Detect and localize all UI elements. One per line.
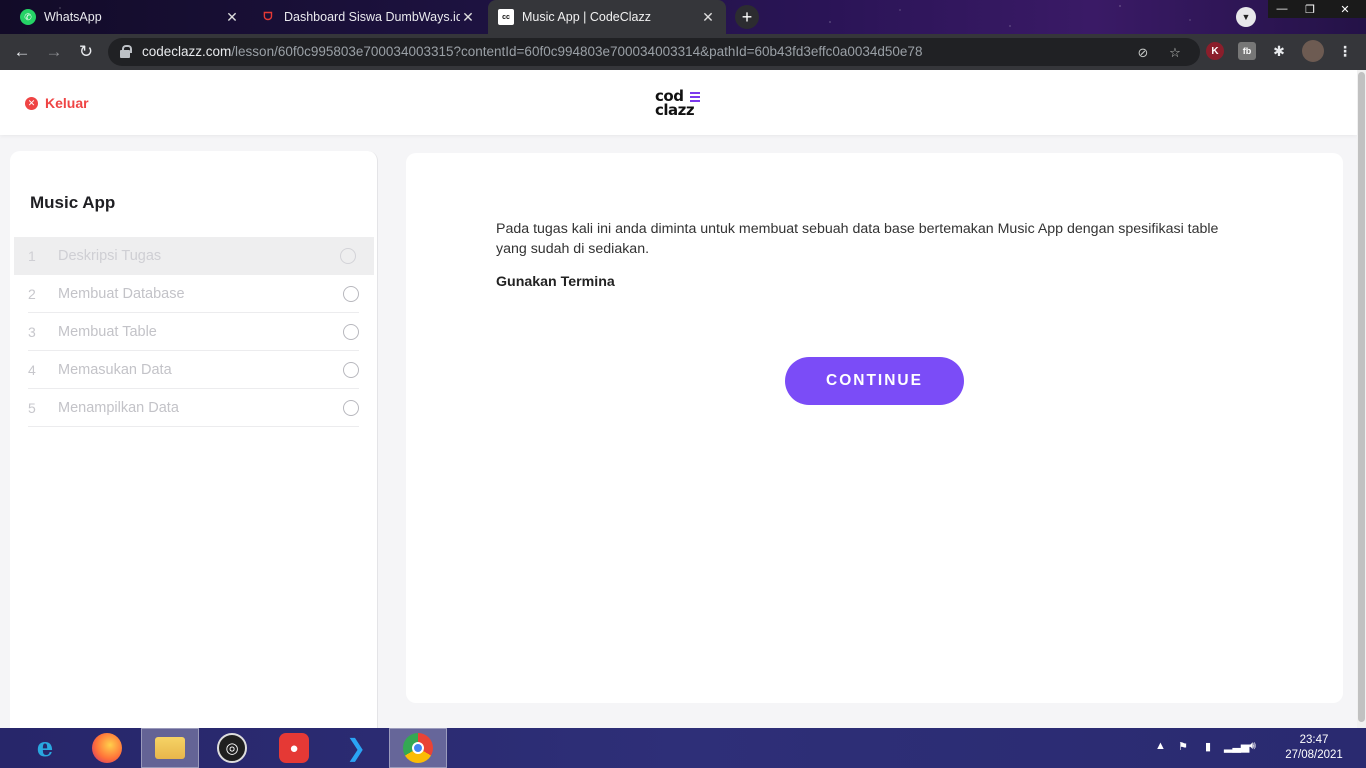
status-circle-icon bbox=[343, 361, 359, 378]
volume-icon[interactable]: 🔊︎ bbox=[1249, 740, 1256, 753]
close-icon[interactable]: ✕ bbox=[460, 9, 476, 26]
tab-title: WhatsApp bbox=[44, 10, 102, 24]
back-icon[interactable]: ← bbox=[10, 40, 34, 64]
extension-fb-icon[interactable]: fb bbox=[1238, 42, 1256, 60]
step-number: 5 bbox=[28, 399, 36, 416]
menu-icon[interactable]: ⋮ bbox=[1336, 42, 1354, 60]
codeclazz-logo[interactable]: cod clazz bbox=[655, 89, 705, 121]
lock-icon bbox=[120, 45, 132, 58]
exit-button[interactable]: ✕ Keluar bbox=[25, 95, 89, 111]
page-scrollbar[interactable] bbox=[1357, 70, 1366, 728]
step-label: Membuat Database bbox=[58, 285, 185, 302]
step-item[interactable]: 1 Deskripsi Tugas bbox=[14, 237, 374, 275]
tab-title: Dashboard Siswa DumbWays.id | bbox=[284, 10, 460, 24]
codeclazz-icon: cc bbox=[498, 9, 514, 25]
clock-date: 27/08/2021 bbox=[1285, 749, 1343, 761]
avatar[interactable] bbox=[1302, 40, 1324, 62]
tab-whatsapp[interactable]: ✆ WhatsApp ✕ bbox=[10, 0, 250, 34]
url-text: codeclazz.com/lesson/60f0c995803e7000340… bbox=[142, 44, 923, 59]
puzzle-icon[interactable]: ✱ bbox=[1270, 42, 1288, 60]
internet-explorer-icon[interactable]: e bbox=[16, 728, 74, 768]
browser-tabstrip: ✆ WhatsApp ✕ ᗜ Dashboard Siswa DumbWays.… bbox=[0, 0, 1366, 34]
logo-line2: clazz bbox=[655, 101, 695, 119]
tab-codeclazz[interactable]: cc Music App | CodeClazz ✕ bbox=[488, 0, 726, 34]
battery-icon[interactable]: ▮ bbox=[1205, 740, 1211, 753]
forward-icon[interactable]: → bbox=[42, 40, 66, 64]
tab-title: Music App | CodeClazz bbox=[522, 10, 651, 24]
site-header: ✕ Keluar cod clazz bbox=[0, 70, 1357, 135]
close-icon[interactable]: ✕ bbox=[224, 9, 240, 26]
status-circle-icon bbox=[343, 399, 359, 416]
scrollbar-thumb[interactable] bbox=[1358, 72, 1365, 722]
step-item[interactable]: 5 Menampilkan Data bbox=[28, 389, 359, 427]
eye-off-icon[interactable]: ⊘ bbox=[1134, 44, 1152, 62]
continue-button[interactable]: CONTINUE bbox=[785, 357, 964, 405]
close-circle-icon: ✕ bbox=[25, 96, 38, 110]
status-circle-icon bbox=[343, 323, 359, 340]
chrome-icon[interactable] bbox=[389, 728, 447, 768]
extension-k-icon[interactable]: K bbox=[1206, 42, 1224, 60]
page: ✕ Keluar cod clazz Music App 1 Deskripsi… bbox=[0, 70, 1357, 728]
whatsapp-icon: ✆ bbox=[20, 9, 36, 25]
step-item[interactable]: 4 Memasukan Data bbox=[28, 351, 359, 389]
tray-chevron-icon[interactable]: ▲ bbox=[1155, 740, 1166, 752]
taskbar-clock[interactable]: 23:47 27/08/2021 bbox=[1270, 733, 1358, 763]
step-item[interactable]: 3 Membuat Table bbox=[28, 313, 359, 351]
lesson-sidebar: Music App 1 Deskripsi Tugas 2 Membuat Da… bbox=[10, 151, 378, 728]
taskbar: e ◎ ● ❯ ▲ ⚑ ▮ ▂▃▅ 🔊︎ 23:47 27/08/2021 bbox=[0, 728, 1366, 768]
dumbways-icon: ᗜ bbox=[263, 10, 273, 23]
flag-icon[interactable]: ⚑ bbox=[1178, 740, 1188, 753]
new-tab-button[interactable]: + bbox=[735, 5, 759, 29]
logo-bars-icon bbox=[690, 92, 700, 104]
tab-search-icon[interactable]: ▼ bbox=[1236, 7, 1256, 27]
browser-toolbar: ← → ↻ codeclazz.com/lesson/60f0c995803e7… bbox=[0, 34, 1366, 70]
task-description: Pada tugas kali ini anda diminta untuk m… bbox=[496, 221, 1219, 257]
lesson-title: Music App bbox=[30, 193, 116, 212]
step-number: 1 bbox=[28, 248, 36, 264]
obs-icon[interactable]: ◎ bbox=[203, 728, 261, 768]
task-instruction: Gunakan Termina bbox=[496, 274, 615, 290]
step-label: Membuat Table bbox=[58, 323, 157, 340]
vscode-icon[interactable]: ❯ bbox=[327, 728, 385, 768]
status-circle-icon bbox=[340, 248, 356, 264]
step-number: 2 bbox=[28, 285, 36, 302]
star-icon[interactable]: ☆ bbox=[1166, 44, 1184, 62]
address-bar[interactable]: codeclazz.com/lesson/60f0c995803e7000340… bbox=[108, 38, 1200, 66]
lesson-content: Pada tugas kali ini anda diminta untuk m… bbox=[406, 153, 1343, 703]
close-icon[interactable]: ✕ bbox=[700, 9, 716, 26]
status-circle-icon bbox=[343, 285, 359, 302]
signal-icon[interactable]: ▂▃▅ bbox=[1224, 740, 1249, 753]
restore-button[interactable]: ❐ bbox=[1296, 0, 1324, 18]
recorder-icon[interactable]: ● bbox=[265, 728, 323, 768]
tab-dumbways[interactable]: ᗜ Dashboard Siswa DumbWays.id | ✕ bbox=[250, 0, 486, 34]
step-label: Deskripsi Tugas bbox=[58, 248, 162, 264]
exit-label: Keluar bbox=[45, 95, 89, 111]
firefox-icon[interactable] bbox=[78, 728, 136, 768]
minimize-button[interactable]: — bbox=[1268, 0, 1296, 18]
step-label: Menampilkan Data bbox=[58, 399, 179, 416]
file-explorer-icon[interactable] bbox=[141, 728, 199, 768]
step-item[interactable]: 2 Membuat Database bbox=[28, 275, 359, 313]
close-window-button[interactable]: ✕ bbox=[1324, 0, 1366, 18]
reload-icon[interactable]: ↻ bbox=[74, 40, 98, 64]
clock-time: 23:47 bbox=[1299, 734, 1329, 746]
step-label: Memasukan Data bbox=[58, 361, 172, 378]
step-number: 3 bbox=[28, 323, 36, 340]
step-number: 4 bbox=[28, 361, 36, 378]
